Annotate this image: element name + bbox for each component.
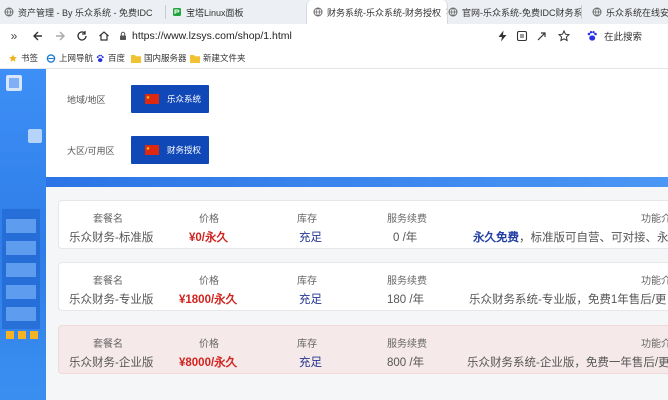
bookmark-bookmarks[interactable]: 书签: [8, 52, 38, 64]
plan-stock: 充足: [299, 232, 322, 244]
free-highlight: 永久免费: [473, 232, 519, 244]
tab-asset-management[interactable]: 资产管理 - By 乐众系统 - 免费IDC: [4, 0, 166, 24]
tab-baota-panel[interactable]: 宝塔Linux面板: [172, 0, 300, 24]
baidu-paw-icon: [96, 54, 104, 62]
bookmark-domestic-servers[interactable]: 国内服务器: [131, 52, 187, 64]
lock-icon: [120, 31, 126, 40]
server-illustration: [0, 75, 46, 400]
globe-icon: [448, 7, 458, 17]
baota-icon: [173, 8, 181, 16]
header-renewal: 服务续费: [387, 339, 427, 350]
address-bar[interactable]: https://www.lzsys.com/shop/1.html: [118, 27, 478, 45]
bookmark-label: 国内服务器: [144, 53, 187, 63]
globe-icon: [313, 7, 323, 17]
browser-toolbar: » https://www.lzsys.com/shop/1.html 在此搜索: [0, 24, 668, 50]
china-flag-icon: [145, 94, 159, 104]
header-plan-name: 套餐名: [93, 339, 123, 350]
bookmark-label: 百度: [108, 53, 126, 63]
header-renewal: 服务续费: [387, 276, 427, 287]
plan-stock: 充足: [299, 357, 322, 369]
baidu-paw-icon[interactable]: [584, 28, 600, 44]
lightning-icon[interactable]: [494, 28, 510, 44]
bookmark-label: 书签: [21, 53, 39, 63]
china-flag-icon: [145, 145, 159, 155]
section-divider-band: [46, 177, 668, 187]
header-plan-name: 套餐名: [93, 214, 123, 225]
region-option-label: 乐众系统: [167, 94, 202, 104]
plan-name: 乐众财务-专业版: [69, 294, 154, 306]
region-label: 地域/地区: [67, 95, 106, 105]
tab-title: 财务系统-乐众系统-财务授权: [327, 7, 441, 18]
zone-option-label: 财务授权: [167, 145, 202, 155]
plan-features: 乐众财务系统-专业版，免费1年售后/更: [469, 294, 667, 306]
page-content: 地域/地区 乐众系统 大区/可用区 财务授权 套餐名 价格 库存 服务续费 功能…: [0, 69, 668, 400]
plan-renewal: 800 /年: [387, 357, 425, 369]
header-price: 价格: [199, 214, 219, 225]
header-stock: 库存: [297, 214, 317, 225]
globe-icon: [4, 7, 14, 17]
plan-name: 乐众财务-企业版: [69, 357, 154, 369]
plan-stock: 充足: [299, 294, 322, 306]
plan-price: ¥0/永久: [189, 232, 228, 244]
bookmark-label: 上网导航: [59, 53, 94, 63]
tab-official-site[interactable]: 官网-乐众系统-免费IDC财务系统: [448, 0, 582, 24]
plan-card-enterprise[interactable]: 套餐名 价格 库存 服务续费 功能介 乐众财务-企业版 ¥8000/永久 充足 …: [58, 325, 668, 374]
zone-label: 大区/可用区: [67, 146, 115, 156]
forward-icon[interactable]: [52, 28, 68, 44]
header-renewal: 服务续费: [387, 214, 427, 225]
tab-separator: [165, 5, 166, 19]
tab-title: 资产管理 - By 乐众系统 - 免费IDC: [18, 7, 153, 18]
header-features: 功能介: [641, 214, 668, 225]
plan-features: 乐众财务系统-企业版，免费一年售后/更: [467, 357, 668, 369]
bookmark-new-folder[interactable]: 新建文件夹: [190, 52, 246, 64]
sidebar-toggle-icon[interactable]: »: [6, 28, 22, 44]
header-stock: 库存: [297, 339, 317, 350]
bookmark-nav[interactable]: 上网导航: [46, 52, 93, 64]
star-icon[interactable]: [556, 28, 572, 44]
back-icon[interactable]: [30, 28, 46, 44]
tab-title: 宝塔Linux面板: [186, 7, 244, 18]
header-features: 功能介: [641, 276, 668, 287]
plan-features: 永久免费，标准版可自营、可对接、永久: [473, 229, 668, 245]
tab-separator: [581, 5, 582, 19]
header-plan-name: 套餐名: [93, 276, 123, 287]
reload-icon[interactable]: [74, 28, 90, 44]
header-stock: 库存: [297, 276, 317, 287]
folder-icon: [131, 54, 141, 63]
star-icon: [9, 53, 17, 62]
plan-price: ¥1800/永久: [179, 294, 238, 306]
url-text: https://www.lzsys.com/shop/1.html: [132, 30, 292, 42]
plan-card-professional[interactable]: 套餐名 价格 库存 服务续费 功能介 乐众财务-专业版 ¥1800/永久 充足 …: [58, 262, 668, 311]
share-icon[interactable]: [534, 28, 550, 44]
ie-icon: [46, 53, 56, 63]
zone-option-button[interactable]: 财务授权: [131, 136, 209, 164]
region-option-button[interactable]: 乐众系统: [131, 85, 209, 113]
features-text: ，标准版可自营、可对接、永久: [519, 232, 668, 244]
plan-renewal: 0 /年: [393, 232, 418, 244]
decorative-banner: [0, 69, 46, 400]
tab-finance-system[interactable]: 财务系统-乐众系统-财务授权 ✕: [306, 0, 448, 24]
reader-icon[interactable]: [514, 28, 530, 44]
globe-icon: [592, 7, 602, 17]
plan-card-standard[interactable]: 套餐名 价格 库存 服务续费 功能介 乐众财务-标准版 ¥0/永久 充足 0 /…: [58, 200, 668, 249]
plan-name: 乐众财务-标准版: [69, 232, 154, 244]
bookmark-baidu[interactable]: 百度: [95, 52, 125, 64]
header-price: 价格: [199, 276, 219, 287]
home-icon[interactable]: [96, 28, 112, 44]
plan-price: ¥8000/永久: [179, 357, 238, 369]
tab-title: 官网-乐众系统-免费IDC财务系统: [462, 7, 582, 18]
header-features: 功能介: [641, 339, 668, 350]
search-engine-label[interactable]: 在此搜索: [604, 29, 642, 43]
plan-renewal: 180 /年: [387, 294, 425, 306]
bookmarks-bar: 书签 上网导航 百度 国内服务器 新建文件夹: [0, 49, 668, 69]
folder-icon: [190, 54, 200, 63]
header-price: 价格: [199, 339, 219, 350]
tab-title: 乐众系统在线安装: [606, 7, 668, 18]
tab-bar: 资产管理 - By 乐众系统 - 免费IDC 宝塔Linux面板 财务系统-乐众…: [0, 0, 668, 25]
tab-online-install[interactable]: 乐众系统在线安装: [592, 0, 668, 24]
bookmark-label: 新建文件夹: [203, 53, 246, 63]
